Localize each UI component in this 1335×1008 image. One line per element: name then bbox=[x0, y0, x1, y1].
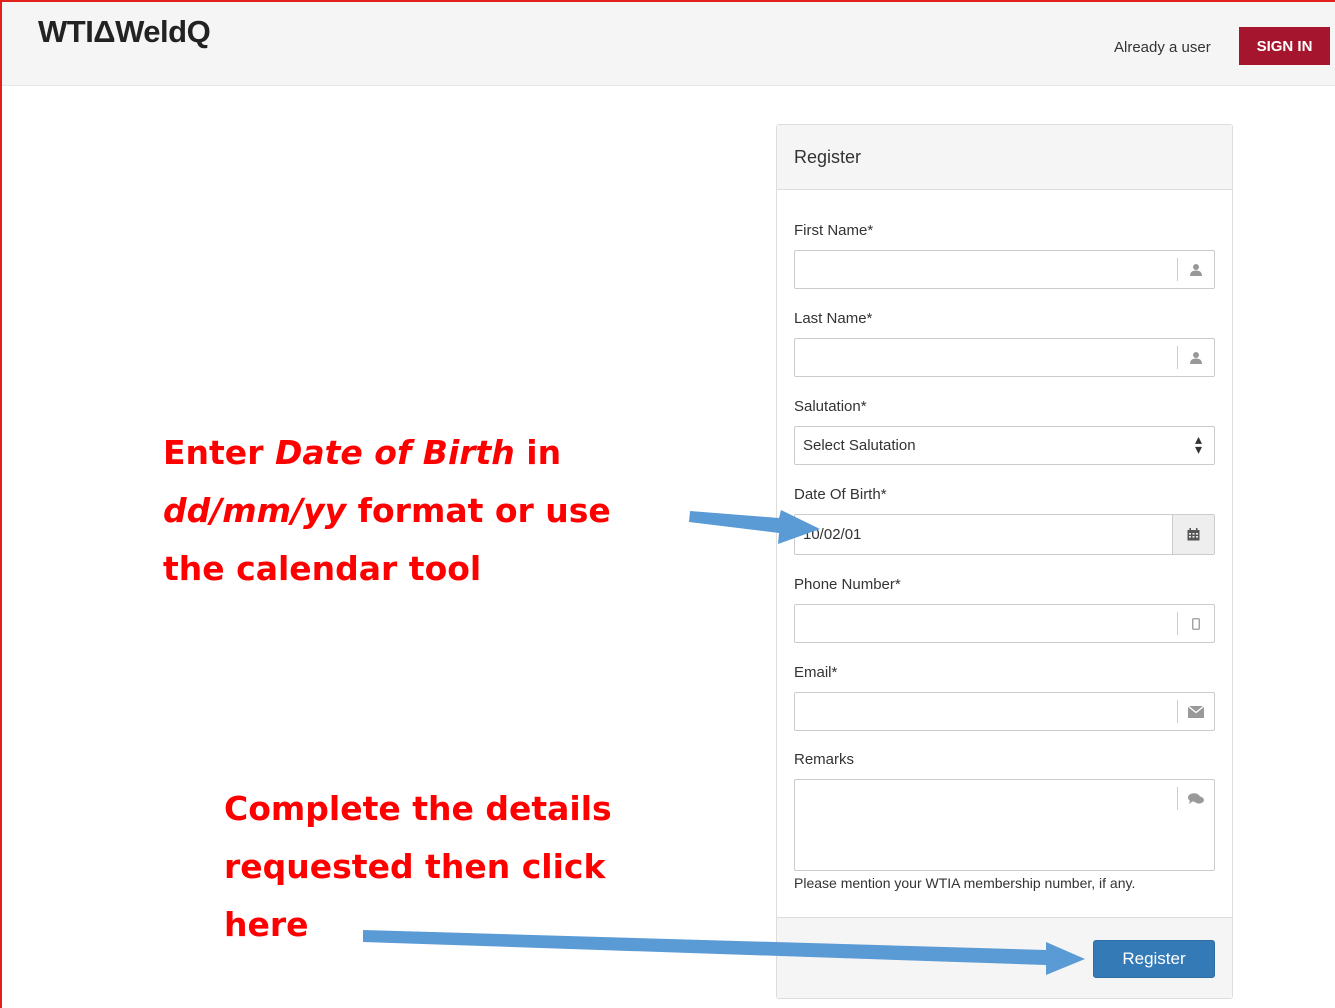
first-name-input[interactable] bbox=[795, 251, 1175, 288]
register-annotation-line-3: here bbox=[224, 905, 309, 944]
calendar-icon[interactable] bbox=[1172, 515, 1214, 554]
salutation-selected-value: Select Salutation bbox=[803, 437, 916, 454]
last-name-field bbox=[794, 338, 1215, 377]
sort-arrows-icon: ▴ ▾ bbox=[1194, 431, 1202, 457]
salutation-select[interactable]: Select Salutation ▴ ▾ bbox=[794, 426, 1215, 465]
dob-label: Date Of Birth* bbox=[794, 486, 887, 503]
top-navbar: WTIΔWeldQ Already a user SIGN IN bbox=[0, 0, 1335, 86]
email-field bbox=[794, 692, 1215, 731]
dob-input[interactable] bbox=[795, 515, 1175, 554]
phone-label: Phone Number* bbox=[794, 576, 901, 593]
sign-in-button[interactable]: SIGN IN bbox=[1239, 27, 1330, 65]
dob-annotation-line-1: Enter Date of Birth in bbox=[163, 433, 562, 472]
register-button[interactable]: Register bbox=[1093, 940, 1215, 978]
comments-icon bbox=[1177, 780, 1214, 817]
already-user-text: Already a user bbox=[1114, 39, 1211, 56]
email-label: Email* bbox=[794, 664, 838, 681]
dob-annotation: Enter Date of Birth in dd/mm/yy format o… bbox=[163, 424, 611, 598]
wtia-weldq-logo[interactable]: WTIΔWeldQ bbox=[38, 14, 211, 50]
phone-input[interactable] bbox=[795, 605, 1175, 642]
envelope-icon bbox=[1177, 693, 1214, 730]
dob-annotation-line-2: dd/mm/yy format or use bbox=[163, 491, 611, 530]
user-icon bbox=[1177, 339, 1214, 376]
phone-field bbox=[794, 604, 1215, 643]
remarks-help-text: Please mention your WTIA membership numb… bbox=[794, 875, 1136, 891]
mobile-icon bbox=[1177, 605, 1214, 642]
register-panel: Register First Name* Last Name* Salutati… bbox=[776, 124, 1233, 999]
remarks-label: Remarks bbox=[794, 751, 855, 768]
first-name-label: First Name* bbox=[794, 222, 874, 239]
dob-annotation-line-3: the calendar tool bbox=[163, 549, 482, 588]
panel-title: Register bbox=[777, 125, 1232, 190]
last-name-label: Last Name* bbox=[794, 310, 873, 327]
register-annotation-line-1: Complete the details bbox=[224, 789, 612, 828]
salutation-label: Salutation* bbox=[794, 398, 867, 415]
email-input[interactable] bbox=[795, 693, 1175, 730]
register-annotation: Complete the details requested then clic… bbox=[224, 780, 612, 954]
first-name-field bbox=[794, 250, 1215, 289]
dob-field bbox=[794, 514, 1215, 555]
register-annotation-line-2: requested then click bbox=[224, 847, 606, 886]
user-icon bbox=[1177, 251, 1214, 288]
remarks-field[interactable] bbox=[794, 779, 1215, 871]
last-name-input[interactable] bbox=[795, 339, 1175, 376]
